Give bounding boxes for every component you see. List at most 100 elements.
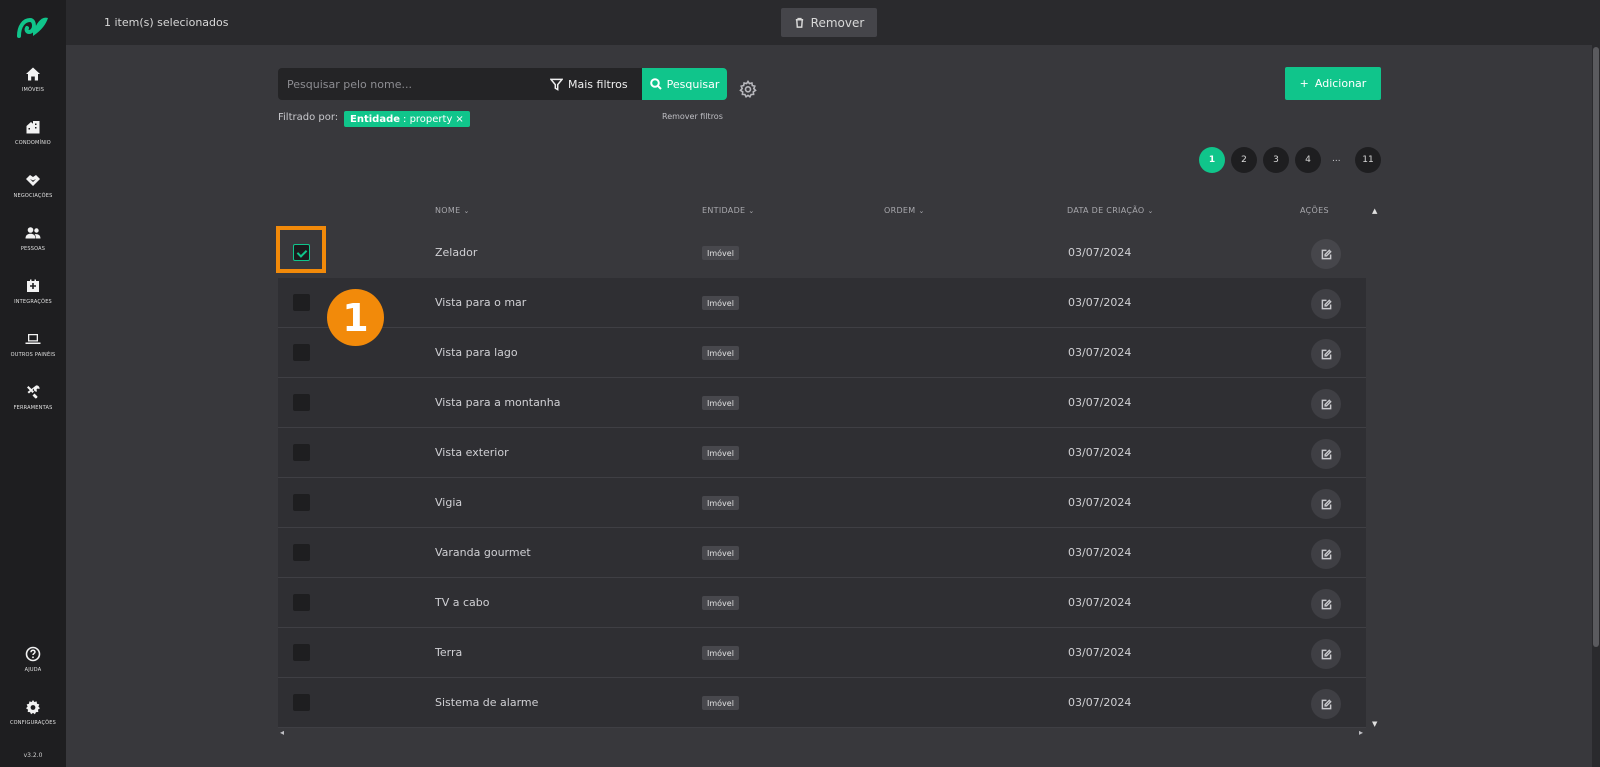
version-label: v3.2.0 bbox=[23, 752, 43, 759]
add-button-label: Adicionar bbox=[1314, 77, 1367, 90]
table-row[interactable]: TV a cabo Imóvel 03/07/2024 bbox=[278, 578, 1366, 628]
row-checkbox[interactable] bbox=[293, 694, 310, 711]
edit-button[interactable] bbox=[1311, 489, 1341, 519]
row-created-date: 03/07/2024 bbox=[1068, 346, 1132, 359]
row-checkbox[interactable] bbox=[293, 444, 310, 461]
row-checkbox[interactable] bbox=[293, 644, 310, 661]
laptop-icon bbox=[25, 333, 41, 344]
scrollbar-thumb[interactable] bbox=[1593, 47, 1599, 647]
horizontal-scrollbar[interactable]: ◂ ▸ bbox=[278, 728, 1366, 740]
search-input[interactable] bbox=[278, 68, 536, 100]
row-name: Vigia bbox=[435, 496, 463, 509]
column-header-name[interactable]: NOME ⌄ bbox=[435, 206, 470, 215]
row-created-date: 03/07/2024 bbox=[1068, 546, 1132, 559]
entity-badge: Imóvel bbox=[702, 696, 739, 710]
sidebar-item-4[interactable]: Integrações bbox=[0, 268, 66, 314]
tools-icon bbox=[27, 384, 40, 398]
sidebar-item-6[interactable]: Ferramentas bbox=[0, 374, 66, 420]
entity-badge: Imóvel bbox=[702, 546, 739, 560]
search-button[interactable]: Pesquisar bbox=[642, 68, 727, 100]
table-row[interactable]: Varanda gourmet Imóvel 03/07/2024 bbox=[278, 528, 1366, 578]
more-filters-button[interactable]: Mais filtros bbox=[550, 68, 628, 100]
table-row[interactable]: Sistema de alarme Imóvel 03/07/2024 bbox=[278, 678, 1366, 728]
more-filters-label: Mais filtros bbox=[568, 77, 628, 91]
scroll-up-arrow-icon[interactable]: ▲ bbox=[1372, 207, 1377, 215]
sidebar-item-5[interactable]: Outros painéis bbox=[0, 321, 66, 367]
table-row[interactable]: Zelador Imóvel 03/07/2024 bbox=[278, 228, 1366, 278]
edit-button[interactable] bbox=[1311, 239, 1341, 269]
table-row[interactable]: Vista para lago Imóvel 03/07/2024 bbox=[278, 328, 1366, 378]
step-badge: 1 bbox=[327, 289, 384, 346]
row-name: Vista exterior bbox=[435, 446, 509, 459]
building-icon bbox=[26, 120, 40, 133]
row-name: TV a cabo bbox=[435, 596, 490, 609]
row-name: Varanda gourmet bbox=[435, 546, 531, 559]
remove-filters-link[interactable]: Remover filtros bbox=[662, 112, 723, 121]
sidebar-item-1[interactable]: Condomínio bbox=[0, 109, 66, 155]
column-header-created[interactable]: DATA DE CRIAÇÃO ⌄ bbox=[1067, 206, 1154, 215]
column-header-actions: AÇÕES bbox=[1300, 206, 1329, 215]
table-row[interactable]: Vista para o mar Imóvel 03/07/2024 bbox=[278, 278, 1366, 328]
table-row[interactable]: Vista para a montanha Imóvel 03/07/2024 bbox=[278, 378, 1366, 428]
row-name: Sistema de alarme bbox=[435, 696, 539, 709]
edit-button[interactable] bbox=[1311, 639, 1341, 669]
column-header-order[interactable]: ORDEM ⌄ bbox=[884, 206, 925, 215]
table-settings-button[interactable] bbox=[739, 80, 757, 98]
row-checkbox[interactable] bbox=[293, 394, 310, 411]
column-header-entity[interactable]: ENTIDADE ⌄ bbox=[702, 206, 755, 215]
edit-button[interactable] bbox=[1311, 339, 1341, 369]
edit-button[interactable] bbox=[1311, 589, 1341, 619]
row-created-date: 03/07/2024 bbox=[1068, 396, 1132, 409]
chevron-down-icon: ⌄ bbox=[463, 206, 470, 215]
page-4[interactable]: 4 bbox=[1295, 147, 1321, 173]
chevron-down-icon: ⌄ bbox=[748, 206, 755, 215]
edit-button[interactable] bbox=[1311, 689, 1341, 719]
table-row[interactable]: Vista exterior Imóvel 03/07/2024 bbox=[278, 428, 1366, 478]
page-1[interactable]: 1 bbox=[1199, 147, 1225, 173]
close-icon[interactable]: × bbox=[455, 114, 463, 125]
sidebar-item-label: Imóveis bbox=[21, 86, 45, 93]
row-created-date: 03/07/2024 bbox=[1068, 246, 1132, 259]
scroll-down-arrow-icon[interactable]: ▼ bbox=[1372, 720, 1377, 728]
remove-button[interactable]: Remover bbox=[781, 8, 877, 37]
row-checkbox[interactable] bbox=[293, 594, 310, 611]
table-body: Zelador Imóvel 03/07/2024 Vista para o mar I… bbox=[278, 228, 1366, 728]
row-checkbox[interactable] bbox=[293, 494, 310, 511]
row-checkbox[interactable] bbox=[293, 544, 310, 561]
sidebar-item-configuracoes[interactable]: Configurações bbox=[0, 689, 66, 735]
edit-icon bbox=[1321, 398, 1332, 409]
page-3[interactable]: 3 bbox=[1263, 147, 1289, 173]
chevron-down-icon: ⌄ bbox=[1147, 206, 1154, 215]
page-last[interactable]: 11 bbox=[1355, 147, 1381, 173]
edit-button[interactable] bbox=[1311, 539, 1341, 569]
entity-badge: Imóvel bbox=[702, 296, 739, 310]
sidebar: Imóveis Condomínio Negociações Pessoas Integ… bbox=[0, 0, 66, 767]
edit-button[interactable] bbox=[1311, 289, 1341, 319]
search-bar: Mais filtros bbox=[278, 68, 642, 100]
edit-button[interactable] bbox=[1311, 439, 1341, 469]
sidebar-item-3[interactable]: Pessoas bbox=[0, 215, 66, 261]
edit-button[interactable] bbox=[1311, 389, 1341, 419]
logo-icon[interactable] bbox=[16, 10, 50, 40]
row-checkbox[interactable] bbox=[293, 294, 310, 311]
add-button[interactable]: + Adicionar bbox=[1285, 67, 1381, 100]
gear-icon bbox=[26, 699, 40, 714]
search-icon bbox=[649, 78, 662, 90]
sidebar-item-2[interactable]: Negociações bbox=[0, 162, 66, 208]
entity-badge: Imóvel bbox=[702, 496, 739, 510]
sidebar-item-ajuda[interactable]: Ajuda bbox=[0, 636, 66, 682]
edit-icon bbox=[1321, 598, 1332, 609]
vertical-scrollbar[interactable] bbox=[1592, 45, 1600, 767]
table-row[interactable]: Vigia Imóvel 03/07/2024 bbox=[278, 478, 1366, 528]
column-header-label: AÇÕES bbox=[1300, 206, 1329, 215]
sidebar-item-0[interactable]: Imóveis bbox=[0, 56, 66, 102]
filter-chip-entity[interactable]: Entidade: property × bbox=[344, 111, 470, 127]
scroll-right-arrow-icon[interactable]: ▸ bbox=[1359, 728, 1363, 737]
row-checkbox[interactable] bbox=[293, 344, 310, 361]
scroll-left-arrow-icon[interactable]: ◂ bbox=[280, 728, 284, 737]
row-name: Vista para lago bbox=[435, 346, 518, 359]
sidebar-item-label: Configurações bbox=[9, 719, 56, 726]
edit-icon bbox=[1321, 248, 1332, 259]
page-2[interactable]: 2 bbox=[1231, 147, 1257, 173]
table-row[interactable]: Terra Imóvel 03/07/2024 bbox=[278, 628, 1366, 678]
